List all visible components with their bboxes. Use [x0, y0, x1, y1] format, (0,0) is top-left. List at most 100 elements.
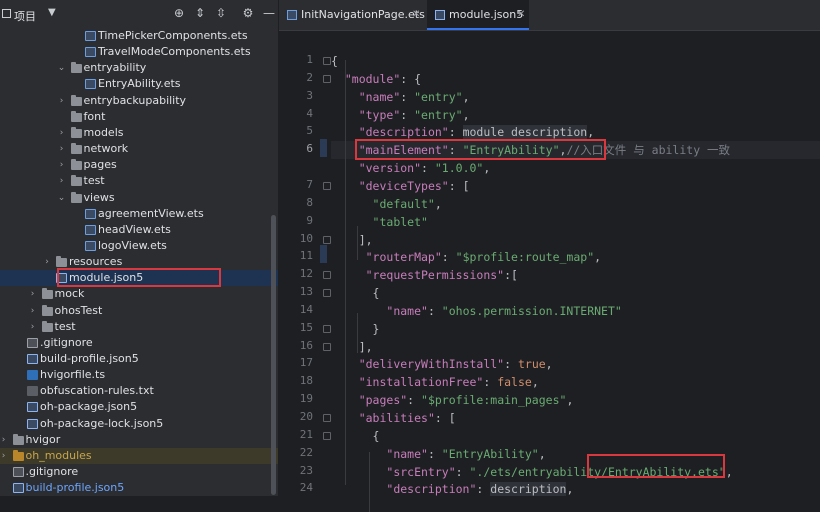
gear-icon[interactable]: ⚙	[241, 6, 255, 20]
code-line[interactable]: "srcEntry": "./ets/entryability/EntryAbi…	[331, 463, 820, 481]
tree-item[interactable]: TravelModeComponents.ets	[0, 44, 278, 60]
tree-item[interactable]: › network	[0, 141, 278, 157]
fold-marker-icon[interactable]	[323, 289, 331, 298]
fold-marker-icon[interactable]	[323, 181, 331, 190]
tree-item[interactable]: › test	[0, 173, 278, 189]
tree-item[interactable]: EntryAbility.ets	[0, 76, 278, 92]
code-line[interactable]: "installationFree": false,	[331, 373, 820, 391]
code-line[interactable]: "requestPermissions":[	[331, 266, 820, 284]
chevron-right-icon[interactable]: ›	[28, 303, 38, 319]
chevron-right-icon[interactable]: ›	[57, 125, 67, 141]
project-scrollbar[interactable]	[271, 215, 276, 495]
code-line[interactable]: "default",	[331, 195, 820, 213]
tree-item[interactable]: › models	[0, 125, 278, 141]
minimize-icon[interactable]: —	[262, 6, 276, 20]
expand-all-icon[interactable]: ⇕	[193, 6, 207, 20]
code-area[interactable]: { "module": { "name": "entry", "type": "…	[331, 30, 820, 512]
code-line[interactable]: {	[331, 52, 820, 70]
code-line[interactable]: "name": "entry",	[331, 88, 820, 106]
fold-marker-icon[interactable]	[323, 342, 331, 351]
tree-item[interactable]: ⌄ views	[0, 190, 278, 206]
close-icon[interactable]: ✕	[412, 0, 420, 30]
code-line[interactable]: {	[331, 427, 820, 445]
code-token: description	[490, 482, 567, 497]
tree-item[interactable]: font	[0, 109, 278, 125]
code-token: "requestPermissions"	[365, 268, 505, 283]
project-title[interactable]: 项目	[14, 8, 36, 24]
json-file-icon	[27, 402, 38, 413]
project-toolbar: 项目 ▼ ⊕ ⇕ ⇳ ⚙ —	[0, 0, 278, 28]
code-line[interactable]: }	[331, 320, 820, 338]
tree-item[interactable]: › pages	[0, 157, 278, 173]
tree-item[interactable]: build-profile.json5	[0, 351, 278, 367]
tree-item[interactable]: agreementView.ets	[0, 206, 278, 222]
code-line[interactable]: "deliveryWithInstall": true,	[331, 355, 820, 373]
tree-item[interactable]: ⌄ entryability	[0, 60, 278, 76]
folder-icon	[70, 126, 82, 138]
tree-item[interactable]: › mock	[0, 286, 278, 302]
code-line[interactable]: "abilities": [	[331, 409, 820, 427]
chevron-right-icon[interactable]: ›	[28, 319, 38, 335]
tree-item[interactable]: › entrybackupability	[0, 93, 278, 109]
fold-marker-icon[interactable]	[323, 431, 331, 440]
code-line[interactable]: "name": "EntryAbility",	[331, 445, 820, 463]
tree-item[interactable]: hvigorfile.ts	[0, 367, 278, 383]
code-token: ,	[531, 375, 539, 390]
tree-item[interactable]: headView.ets	[0, 222, 278, 238]
tree-item[interactable]: › hvigor	[0, 432, 278, 448]
tree-item[interactable]: › ohosTest	[0, 303, 278, 319]
fold-marker-icon[interactable]	[323, 414, 331, 422]
code-token: ],	[331, 339, 373, 354]
code-line[interactable]: "pages": "$profile:main_pages",	[331, 391, 820, 409]
fold-marker-icon[interactable]	[323, 57, 331, 65]
tree-item[interactable]: logoView.ets	[0, 238, 278, 254]
tree-item[interactable]: › oh_modules	[0, 447, 278, 464]
tree-item[interactable]: .gitignore	[0, 335, 278, 351]
change-marker	[320, 139, 327, 157]
fold-marker-icon[interactable]	[323, 324, 331, 333]
tree-item[interactable]: build-profile.json5	[0, 480, 278, 496]
code-token: ,	[483, 161, 491, 176]
tab-module-json5[interactable]: module.json5 ✕	[427, 0, 529, 30]
code-line[interactable]: {	[331, 284, 820, 302]
tree-item[interactable]: oh-package-lock.json5	[0, 416, 278, 432]
code-line[interactable]: "routerMap": "$profile:route_map",	[331, 248, 820, 266]
code-token: :[	[504, 268, 518, 283]
chevron-down-icon[interactable]: ⌄	[57, 190, 67, 206]
tree-item[interactable]: › test	[0, 319, 278, 335]
code-line[interactable]: "tablet"	[331, 213, 820, 231]
chevron-right-icon[interactable]: ›	[0, 432, 9, 448]
locate-icon[interactable]: ⊕	[172, 6, 186, 20]
chevron-right-icon[interactable]: ›	[57, 141, 67, 157]
chevron-down-icon[interactable]: ▼	[48, 7, 56, 18]
chevron-right-icon[interactable]: ›	[57, 173, 67, 189]
annotation-box-src-entry	[587, 454, 725, 478]
chevron-right-icon[interactable]: ›	[57, 157, 67, 173]
tab-init-navigation-page[interactable]: InitNavigationPage.ets ✕	[279, 0, 425, 30]
chevron-right-icon[interactable]: ›	[0, 448, 9, 464]
chevron-right-icon[interactable]: ›	[42, 254, 52, 270]
close-icon[interactable]: ✕	[517, 0, 525, 30]
code-token: :	[441, 250, 456, 265]
fold-marker-icon[interactable]	[323, 271, 331, 280]
folder-icon	[41, 304, 53, 316]
chevron-right-icon[interactable]: ›	[28, 286, 38, 302]
code-token: :	[400, 89, 415, 104]
code-token: ,	[545, 357, 553, 372]
tree-item[interactable]: .gitignore	[0, 464, 278, 480]
fold-marker-icon[interactable]	[323, 74, 331, 83]
code-line[interactable]: ],	[331, 338, 820, 356]
tree-item[interactable]: oh-package.json5	[0, 399, 278, 415]
code-line[interactable]: "module": {	[331, 70, 820, 88]
chevron-down-icon[interactable]: ⌄	[57, 60, 67, 76]
code-line[interactable]: "deviceTypes": [	[331, 177, 820, 195]
tree-item[interactable]: obfuscation-rules.txt	[0, 383, 278, 399]
code-line[interactable]: ],	[331, 231, 820, 249]
code-line[interactable]: "name": "ohos.permission.INTERNET"	[331, 302, 820, 320]
code-line[interactable]: "type": "entry",	[331, 106, 820, 124]
code-line[interactable]: "version": "1.0.0",	[331, 159, 820, 177]
chevron-right-icon[interactable]: ›	[57, 93, 67, 109]
collapse-all-icon[interactable]: ⇳	[214, 6, 228, 20]
tree-item[interactable]: TimePickerComponents.ets	[0, 28, 278, 44]
fold-marker-icon[interactable]	[323, 235, 331, 244]
